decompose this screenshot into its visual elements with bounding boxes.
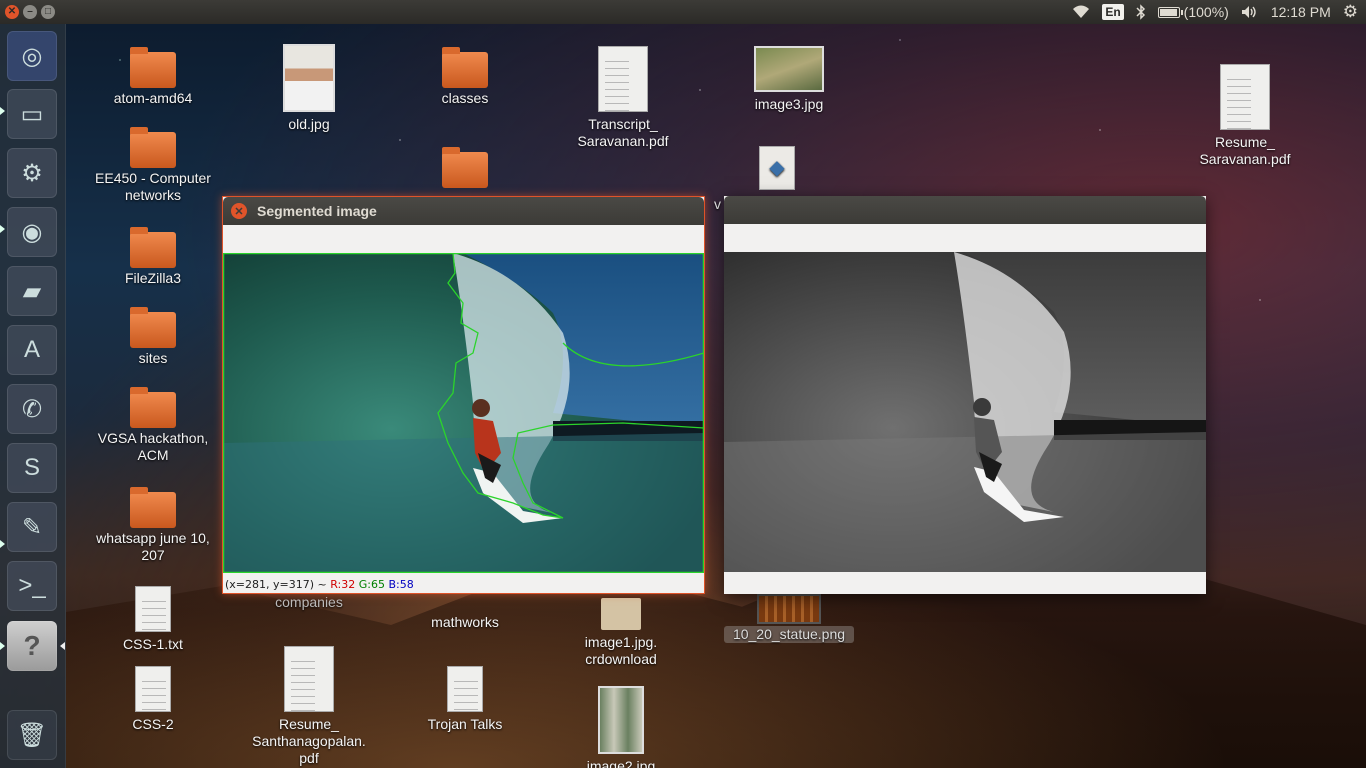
segmented-image-canvas[interactable] [222, 252, 705, 574]
image-thumbnail-icon [598, 686, 644, 754]
battery-level-fill [1159, 8, 1177, 16]
launcher-shopping-bag-icon[interactable]: A [7, 325, 57, 375]
desktop-image-old-jpg[interactable]: old.jpg [244, 44, 374, 133]
folder-icon [130, 47, 176, 88]
running-indicator [0, 540, 5, 548]
window-titlebar[interactable]: ✕ Segmented image [223, 197, 704, 225]
pixel-status-bar [724, 572, 1206, 594]
launcher-ubuntu-logo-icon[interactable]: ◎ [7, 31, 57, 81]
desktop-folder-ee450[interactable]: EE450 - Computer networks [88, 127, 218, 204]
battery-icon [1157, 6, 1183, 18]
clock[interactable]: 12:18 PM [1271, 4, 1331, 20]
launcher-gear-icon[interactable]: ⚙ [7, 148, 57, 198]
folder-icon [442, 147, 488, 188]
folder-icon [130, 387, 176, 428]
keyboard-layout-indicator[interactable]: En [1102, 4, 1124, 20]
desktop-folder-vgsa-hackathon[interactable]: VGSA hackathon, ACM [88, 387, 218, 464]
folder-icon [130, 307, 176, 348]
pdf-file-icon [598, 46, 648, 112]
blue-value: B:58 [388, 578, 414, 591]
text-file-icon [135, 586, 171, 632]
running-indicator [0, 107, 5, 115]
running-indicator [0, 642, 5, 650]
launcher-chat-icon[interactable]: ✆ [7, 384, 57, 434]
desktop-image-statue-png[interactable]: 10_20_statue.png [724, 594, 854, 643]
minimize-window-button[interactable]: – [23, 5, 37, 19]
launcher-file-cabinet-icon[interactable]: ▭ [7, 89, 57, 139]
desktop-file-trojan-talks[interactable]: Trojan Talks [400, 666, 530, 733]
window-title: Segmented image [257, 203, 377, 219]
image-thumbnail-icon [754, 46, 824, 92]
folder-icon [130, 127, 176, 168]
image-thumbnail-icon [283, 44, 335, 112]
battery-percentage: (100%) [1183, 4, 1229, 20]
volume-icon[interactable] [1241, 5, 1259, 19]
desktop-file-transcript[interactable]: Transcript_ Saravanan.pdf [558, 46, 688, 150]
desktop-image-image2-jpg[interactable]: image2.jpg [556, 686, 686, 768]
desktop-file-css-1[interactable]: CSS-1.txt [88, 586, 218, 653]
desktop-folder-filezilla3[interactable]: FileZilla3 [88, 227, 218, 287]
desktop-folder-classes[interactable]: classes [400, 47, 530, 107]
window-controls: ✕ – □ [5, 5, 55, 19]
launcher-drive-icon[interactable]: ▰ [7, 266, 57, 316]
folder-icon [130, 487, 176, 528]
pdf-file-icon [1220, 64, 1270, 130]
python-file-label-fragment: v [714, 196, 721, 212]
folder-icon [442, 47, 488, 88]
desktop-folder-mathworks[interactable]: mathworks [400, 614, 530, 631]
running-indicator [0, 225, 5, 233]
battery-indicator[interactable]: (100%) [1157, 4, 1229, 20]
pdf-file-icon [284, 646, 334, 712]
pixel-status-bar: (x=281, y=317) ~ R:32 G:65 B:58 [223, 573, 704, 593]
grayscale-image-window[interactable] [724, 196, 1206, 594]
grayscale-image [724, 252, 1206, 572]
green-value: G:65 [358, 578, 385, 591]
text-file-icon [447, 666, 483, 712]
segmented-image-window[interactable]: ✕ Segmented image (x=281, y=317) ~ R:32 … [222, 196, 705, 594]
desktop-file-resume-santhanagopalan[interactable]: Resume_ Santhanagopalan. pdf [244, 646, 374, 767]
desktop-image-image3-jpg[interactable]: image3.jpg [724, 46, 854, 113]
desktop-folder-atom-amd64[interactable]: atom-amd64 [88, 47, 218, 107]
launcher-question-icon[interactable]: ? [7, 621, 57, 671]
launcher: ◎ ▭ ⚙ ◉ ▰ A ✆ S ✎ >_ ? 🗑 [0, 24, 66, 768]
partial-download-icon [601, 598, 641, 630]
focused-indicator [60, 642, 65, 650]
wifi-icon[interactable] [1072, 5, 1090, 19]
desktop-file-python[interactable]: ◆ [712, 146, 842, 194]
cursor-coordinates: (x=281, y=317) ~ [225, 578, 327, 591]
desktop-folder-companies[interactable]: companies [244, 594, 374, 611]
launcher-trash-icon[interactable]: 🗑 [7, 710, 57, 760]
maximize-window-button[interactable]: □ [41, 5, 55, 19]
desktop-folder-whatsapp[interactable]: whatsapp june 10, 207 [88, 487, 218, 564]
grayscale-image-canvas[interactable] [724, 252, 1206, 572]
close-window-button[interactable]: ✕ [5, 5, 19, 19]
desktop-file-css-2[interactable]: CSS-2 [88, 666, 218, 733]
launcher-text-editor-icon[interactable]: ✎ [7, 502, 57, 552]
desktop-folder-partial[interactable] [400, 147, 530, 190]
red-value: R:32 [330, 578, 356, 591]
segmented-image [222, 252, 705, 574]
folder-icon [130, 227, 176, 268]
top-panel: ✕ – □ En (100%) 12:18 PM ⚙ [0, 0, 1366, 24]
launcher-skype-icon[interactable]: S [7, 443, 57, 493]
python-file-icon: ◆ [759, 146, 795, 190]
window-titlebar[interactable] [724, 196, 1206, 224]
close-icon[interactable]: ✕ [231, 203, 247, 219]
launcher-chromium-icon[interactable]: ◉ [7, 207, 57, 257]
desktop-folder-sites[interactable]: sites [88, 307, 218, 367]
power-gear-icon[interactable]: ⚙ [1343, 2, 1358, 22]
image-thumbnail-icon [757, 594, 821, 624]
launcher-terminal-icon[interactable]: >_ [7, 561, 57, 611]
desktop-file-resume-saravanan[interactable]: Resume_ Saravanan.pdf [1180, 64, 1310, 168]
desktop-file-image1-crdownload[interactable]: image1.jpg. crdownload [556, 598, 686, 668]
indicator-area: En (100%) 12:18 PM ⚙ [1072, 2, 1366, 22]
bluetooth-icon[interactable] [1136, 4, 1146, 20]
text-file-icon [135, 666, 171, 712]
